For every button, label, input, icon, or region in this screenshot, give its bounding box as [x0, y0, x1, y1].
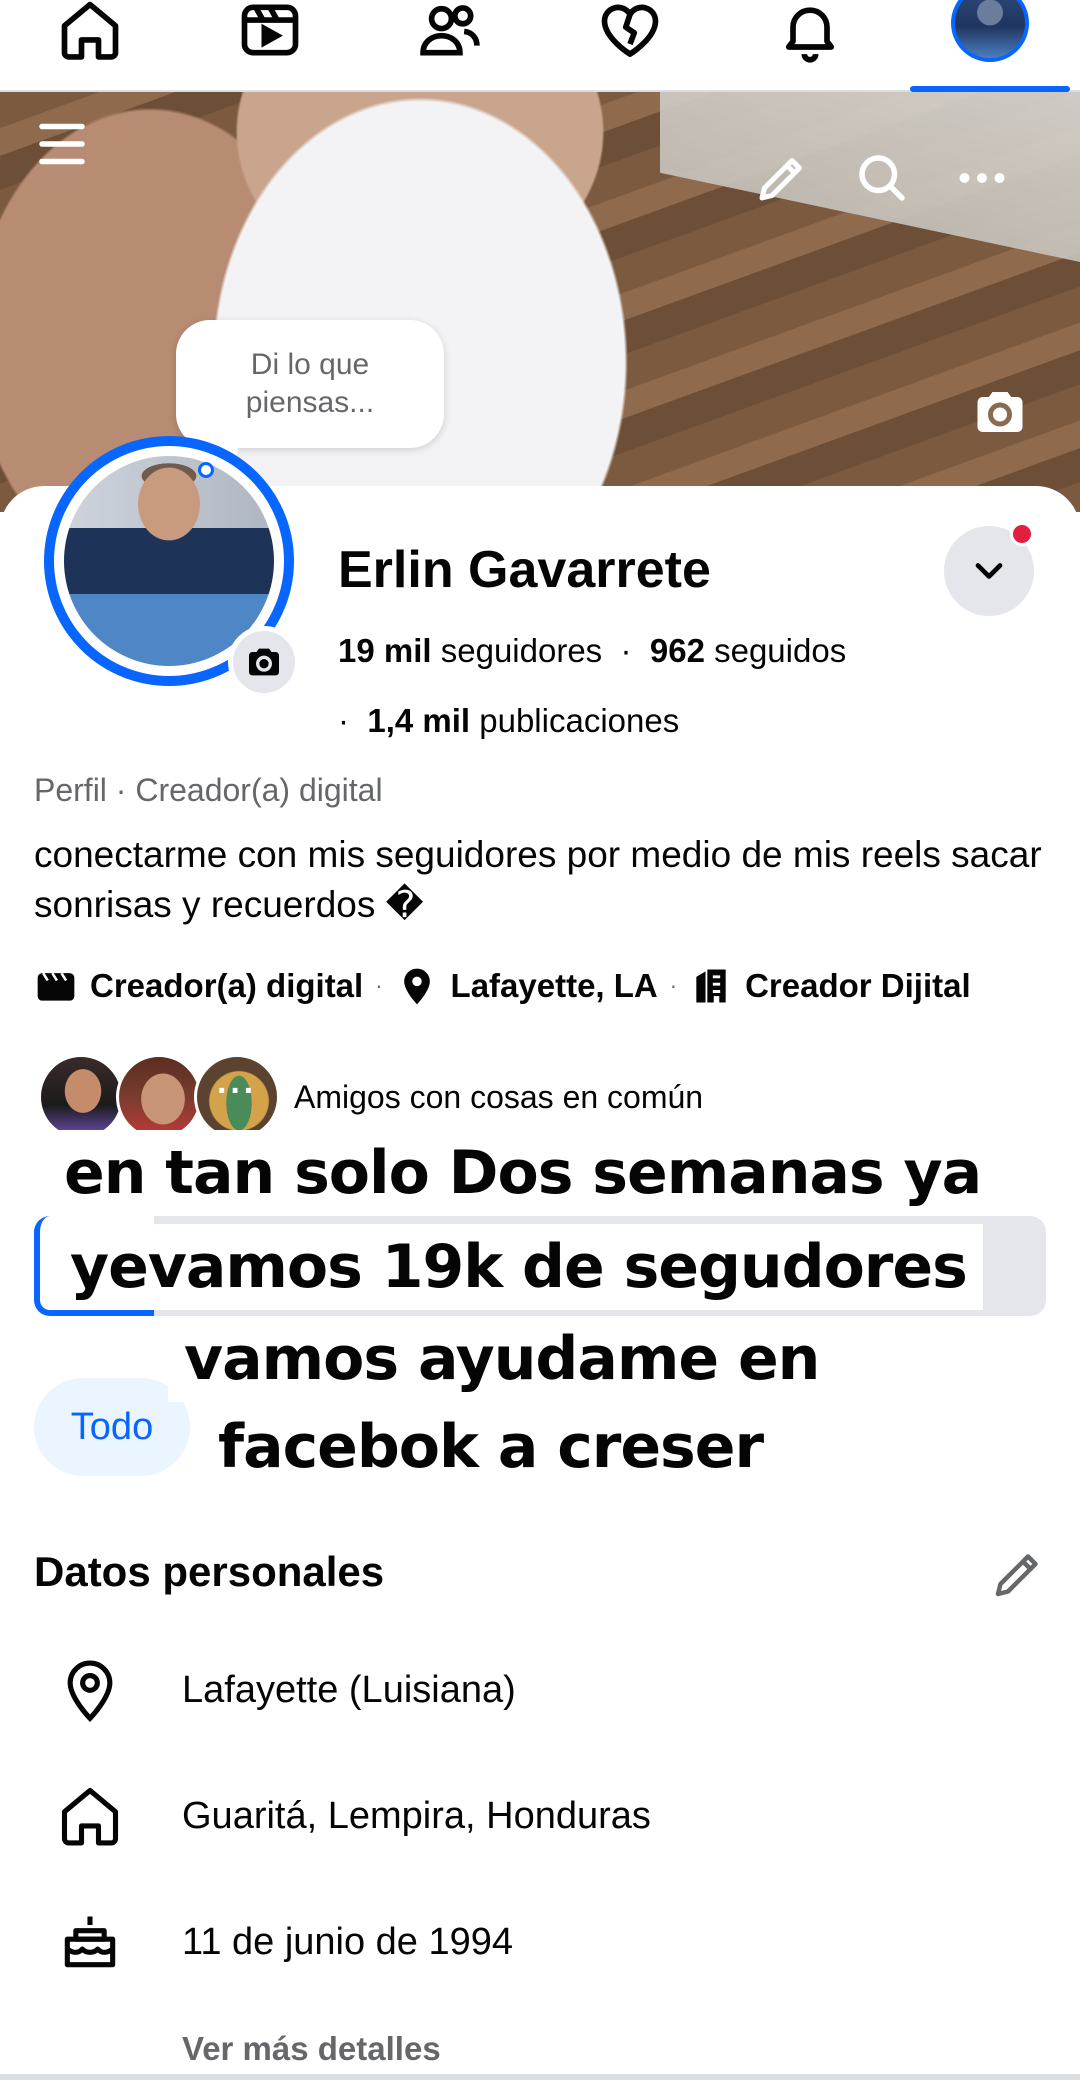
avatar-camera-button[interactable]: [228, 626, 300, 698]
top-navigation: [0, 0, 1080, 92]
overlay-caption-line2: yevamos 19k de segudores: [54, 1224, 983, 1310]
more-options-button[interactable]: [952, 148, 1012, 208]
bell-icon: [785, 7, 835, 63]
followers-label: seguidores: [440, 632, 603, 669]
info-row-text: Guaritá, Lempira, Honduras: [182, 1794, 651, 1837]
cover-camera-button[interactable]: [970, 382, 1030, 442]
search-icon: [859, 155, 905, 201]
see-more-details-link[interactable]: Ver más detalles: [182, 2030, 441, 2068]
friend-avatar: [38, 1054, 124, 1140]
info-row-text: Lafayette (Luisiana): [182, 1668, 516, 1711]
home-icon: [61, 1, 119, 60]
clapperboard-icon: [37, 972, 75, 1001]
chevron-down-icon: [975, 563, 1003, 579]
edit-pencil-icon: [759, 158, 802, 201]
followers-count: 19 mil: [338, 632, 432, 669]
tab-profile[interactable]: [900, 0, 1080, 92]
more-icon: [959, 173, 1005, 183]
tab-notifications[interactable]: [720, 0, 900, 90]
bottom-divider: [0, 2074, 1080, 2080]
detail-creator: Creador(a) digital: [90, 967, 364, 1004]
location-pin-icon: [403, 968, 430, 1005]
more-friends-indicator: ···: [217, 1071, 257, 1110]
following-label: seguidos: [714, 632, 847, 669]
thought-bubble-line1: Di lo que: [250, 348, 370, 381]
tab-home[interactable]: [0, 0, 180, 90]
profile-category: Perfil · Creador(a) digital: [34, 772, 383, 808]
edit-pencil-icon[interactable]: [988, 1544, 1048, 1604]
tab-video[interactable]: [180, 0, 360, 90]
profile-avatar-thumbnail: [951, 0, 1029, 62]
notification-dot: [1010, 522, 1034, 546]
profile-name: Erlin Gavarrete: [338, 541, 711, 599]
following-count: 962: [649, 632, 705, 669]
detail-location: Lafayette, LA: [450, 967, 658, 1004]
info-row-birthday: 11 de junio de 1994: [0, 1892, 1080, 1992]
overlay-caption-line1: en tan solo Dos semanas ya: [48, 1130, 998, 1216]
stats-separator: ·: [338, 702, 359, 739]
personal-info-title: Datos personales: [34, 1548, 385, 1595]
stats-separator: ·: [611, 632, 641, 669]
thought-bubble[interactable]: Di lo que piensas...: [176, 320, 444, 462]
posts-count: 1,4 mil: [367, 702, 471, 739]
thought-bubble-line2: piensas...: [245, 386, 375, 419]
detail-work: Creador Dijital: [745, 967, 971, 1004]
search-button[interactable]: [852, 148, 912, 208]
location-pin-icon: [67, 1660, 113, 1722]
video-icon: [241, 4, 299, 56]
mutual-friends[interactable]: ··· Amigos con cosas en común: [38, 1054, 703, 1140]
posts-label: publicaciones: [479, 702, 680, 739]
info-row-hometown: Guaritá, Lempira, Honduras: [0, 1766, 1080, 1866]
profile-bio: conectarme con mis seguidores por medio …: [34, 834, 1042, 925]
friend-avatar: ···: [194, 1054, 280, 1140]
menu-button[interactable]: [32, 114, 92, 174]
follow-stats[interactable]: 19 mil seguidores · 962 seguidos: [338, 632, 846, 670]
detail-separator: ·: [375, 973, 383, 998]
camera-icon: [249, 648, 279, 676]
birthday-cake-icon: [64, 1916, 116, 1968]
menu-icon: [39, 123, 85, 165]
dating-heart-icon: [601, 4, 659, 57]
posts-stats[interactable]: · 1,4 mil publicaciones: [338, 702, 679, 740]
home-icon: [61, 1787, 119, 1846]
filter-chip-todo[interactable]: Todo: [34, 1378, 190, 1476]
friends-icon: [420, 5, 480, 56]
profile-details-line: Creador(a) digital · Lafayette, LA · Cre…: [34, 964, 971, 1008]
tab-friends[interactable]: [360, 0, 540, 90]
info-row-current-city: Lafayette (Luisiana): [0, 1640, 1080, 1740]
mutual-friends-label: Amigos con cosas en común: [294, 1078, 704, 1115]
info-row-text: 11 de junio de 1994: [182, 1920, 514, 1963]
detail-separator: ·: [669, 973, 678, 998]
edit-profile-button[interactable]: [752, 148, 812, 208]
camera-icon: [977, 392, 1023, 432]
story-indicator: [198, 462, 214, 478]
overlay-caption-line4: facebok a creser: [202, 1404, 780, 1490]
tab-dating[interactable]: [540, 0, 720, 90]
friend-avatar: [116, 1054, 202, 1140]
building-icon: [696, 969, 726, 1003]
overlay-caption-line3: vamos ayudame en: [168, 1316, 836, 1402]
